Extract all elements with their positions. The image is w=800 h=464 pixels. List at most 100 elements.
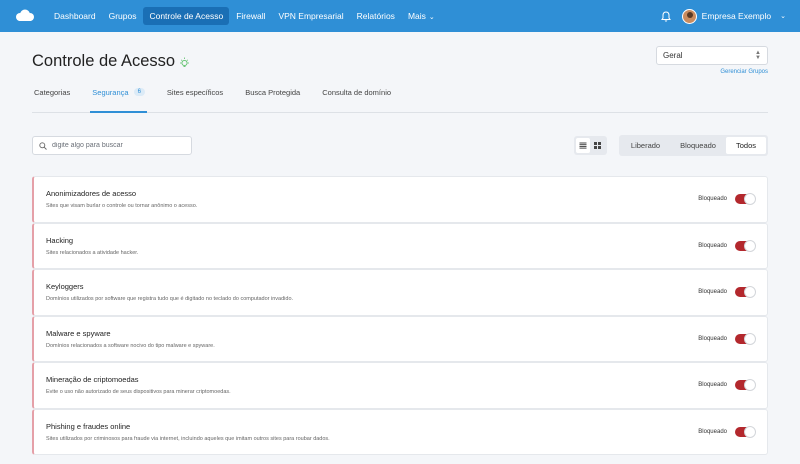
top-nav: Dashboard Grupos Controle de Acesso Fire…: [0, 0, 800, 32]
page-title: Controle de Acesso: [32, 52, 176, 70]
block-toggle[interactable]: [735, 332, 756, 345]
group-select-value: Geral: [663, 51, 683, 60]
list-item-text: Phishing e fraudes online Sites utilizad…: [46, 422, 330, 442]
nav-item-relatorios[interactable]: Relatórios: [351, 7, 401, 25]
tab-seguranca[interactable]: Segurança 6: [90, 88, 147, 113]
user-name: Empresa Exemplo: [701, 11, 772, 21]
filter-bloqueado[interactable]: Bloqueado: [670, 137, 726, 154]
tab-consulta-de-dominio[interactable]: Consulta de domínio: [320, 88, 393, 113]
list-item-controls: Bloqueado: [698, 379, 756, 392]
bell-icon[interactable]: [660, 10, 672, 22]
status-label: Bloqueado: [698, 289, 727, 296]
status-filter: Liberado Bloqueado Todos: [618, 135, 768, 156]
nav-menu: Dashboard Grupos Controle de Acesso Fire…: [48, 7, 442, 25]
list-item: Hacking Sites relacionados a atividade h…: [32, 222, 768, 269]
count-badge: 6: [133, 88, 145, 96]
list-item-description: Sites utilizados por criminosos para fra…: [46, 435, 330, 442]
list-item: Anonimizadores de acesso Sites que visam…: [32, 176, 768, 223]
block-toggle[interactable]: [735, 239, 756, 252]
nav-item-mais[interactable]: Mais ⌄: [402, 7, 441, 25]
list-item: Mineração de criptomoedas Evite o uso nã…: [32, 362, 768, 409]
cloud-logo-icon[interactable]: [14, 9, 36, 23]
tab-categorias[interactable]: Categorias: [32, 88, 72, 113]
title-wrap: Controle de Acesso: [32, 52, 190, 71]
nav-item-vpn-empresarial[interactable]: VPN Empresarial: [272, 7, 349, 25]
tab-label: Categorias: [34, 88, 71, 97]
filter-todos[interactable]: Todos: [725, 137, 766, 154]
nav-mais-label: Mais: [407, 11, 426, 21]
tab-sites-especificos[interactable]: Sites específicos: [165, 88, 225, 113]
list-view-icon[interactable]: [575, 138, 590, 153]
list-item: Keyloggers Domínios utilizados por softw…: [32, 269, 768, 316]
list-item-controls: Bloqueado: [698, 332, 756, 345]
avatar: [681, 8, 697, 24]
status-label: Bloqueado: [698, 382, 727, 389]
nav-item-controle-de-acesso[interactable]: Controle de Acesso: [143, 7, 230, 25]
category-list: Anonimizadores de acesso Sites que visam…: [32, 176, 768, 455]
block-toggle[interactable]: [735, 286, 756, 299]
list-item-title: Anonimizadores de acesso: [46, 189, 137, 199]
list-item-description: Domínios utilizados por software que reg…: [46, 296, 294, 303]
select-arrows-icon: ▲ ▼: [755, 49, 761, 61]
toggle-knob: [744, 379, 756, 392]
tab-label: Sites específicos: [166, 88, 224, 97]
tab-label: Consulta de domínio: [322, 88, 392, 97]
search-icon: [39, 137, 47, 155]
nav-item-dashboard[interactable]: Dashboard: [48, 7, 102, 25]
status-label: Bloqueado: [698, 335, 727, 342]
filter-liberado[interactable]: Liberado: [621, 137, 670, 154]
list-item-text: Keyloggers Domínios utilizados por softw…: [46, 282, 293, 302]
list-item-text: Hacking Sites relacionados a atividade h…: [46, 236, 138, 256]
status-label: Bloqueado: [698, 242, 727, 249]
toggle-knob: [744, 286, 756, 299]
tab-label: Segurança: [92, 88, 129, 97]
block-toggle[interactable]: [735, 193, 756, 206]
tab-label: Busca Protegida: [245, 88, 301, 97]
page-header: Controle de Acesso Geral ▲ ▼ Gerenciar Gr…: [32, 32, 768, 75]
chevron-down-icon: ⌄: [428, 14, 435, 21]
tabs: Categorias Segurança 6 Sites específicos …: [32, 88, 768, 113]
search-input[interactable]: [52, 142, 182, 149]
toggle-knob: [744, 193, 756, 206]
list-item-text: Anonimizadores de acesso Sites que visam…: [46, 189, 197, 209]
list-item-title: Malware e spyware: [46, 328, 111, 338]
list-item-controls: Bloqueado: [698, 239, 756, 252]
list-item-controls: Bloqueado: [698, 193, 756, 206]
nav-right: Empresa Exemplo ⌄: [660, 8, 786, 24]
list-item-title: Phishing e fraudes online: [46, 421, 131, 431]
toggle-knob: [744, 425, 756, 438]
status-label: Bloqueado: [698, 196, 727, 203]
tab-busca-protegida[interactable]: Busca Protegida: [243, 88, 302, 113]
lightbulb-icon[interactable]: [179, 56, 190, 68]
toggle-knob: [744, 332, 756, 345]
list-item-controls: Bloqueado: [698, 286, 756, 299]
list-item-text: Malware e spyware Domínios relacionados …: [46, 329, 215, 349]
list-item-title: Keyloggers: [46, 282, 84, 292]
group-select[interactable]: Geral ▲ ▼: [656, 46, 768, 65]
main-content: Controle de Acesso Geral ▲ ▼ Gerenciar Gr…: [0, 32, 800, 455]
list-item-description: Domínios relacionados a software nocivo …: [46, 342, 215, 349]
list-item-description: Sites que visam burlar o controle ou tor…: [46, 203, 198, 210]
nav-item-grupos[interactable]: Grupos: [103, 7, 143, 25]
block-toggle[interactable]: [735, 379, 756, 392]
list-item-description: Sites relacionados a atividade hacker.: [46, 249, 139, 256]
list-item-controls: Bloqueado: [698, 425, 756, 438]
list-item-title: Mineração de criptomoedas: [46, 375, 139, 385]
manage-groups-link[interactable]: Gerenciar Grupos: [720, 69, 768, 75]
search-box[interactable]: [32, 136, 192, 155]
list-item: Phishing e fraudes online Sites utilizad…: [32, 408, 768, 455]
nav-item-firewall[interactable]: Firewall: [230, 7, 271, 25]
list-item: Malware e spyware Domínios relacionados …: [32, 315, 768, 362]
toolbar-right: Liberado Bloqueado Todos: [573, 135, 768, 156]
grid-view-icon[interactable]: [591, 138, 605, 153]
chevron-down-icon: ⌄: [780, 13, 786, 20]
toggle-knob: [744, 239, 756, 252]
toolbar: Liberado Bloqueado Todos: [32, 135, 768, 156]
status-label: Bloqueado: [698, 428, 727, 435]
block-toggle[interactable]: [735, 425, 756, 438]
group-box: Geral ▲ ▼ Gerenciar Grupos: [656, 46, 768, 75]
list-item-text: Mineração de criptomoedas Evite o uso nã…: [46, 375, 231, 395]
list-item-description: Evite o uso não autorizado de seus dispo…: [46, 389, 231, 396]
list-item-title: Hacking: [46, 235, 74, 245]
user-menu[interactable]: Empresa Exemplo ⌄: [681, 8, 786, 24]
